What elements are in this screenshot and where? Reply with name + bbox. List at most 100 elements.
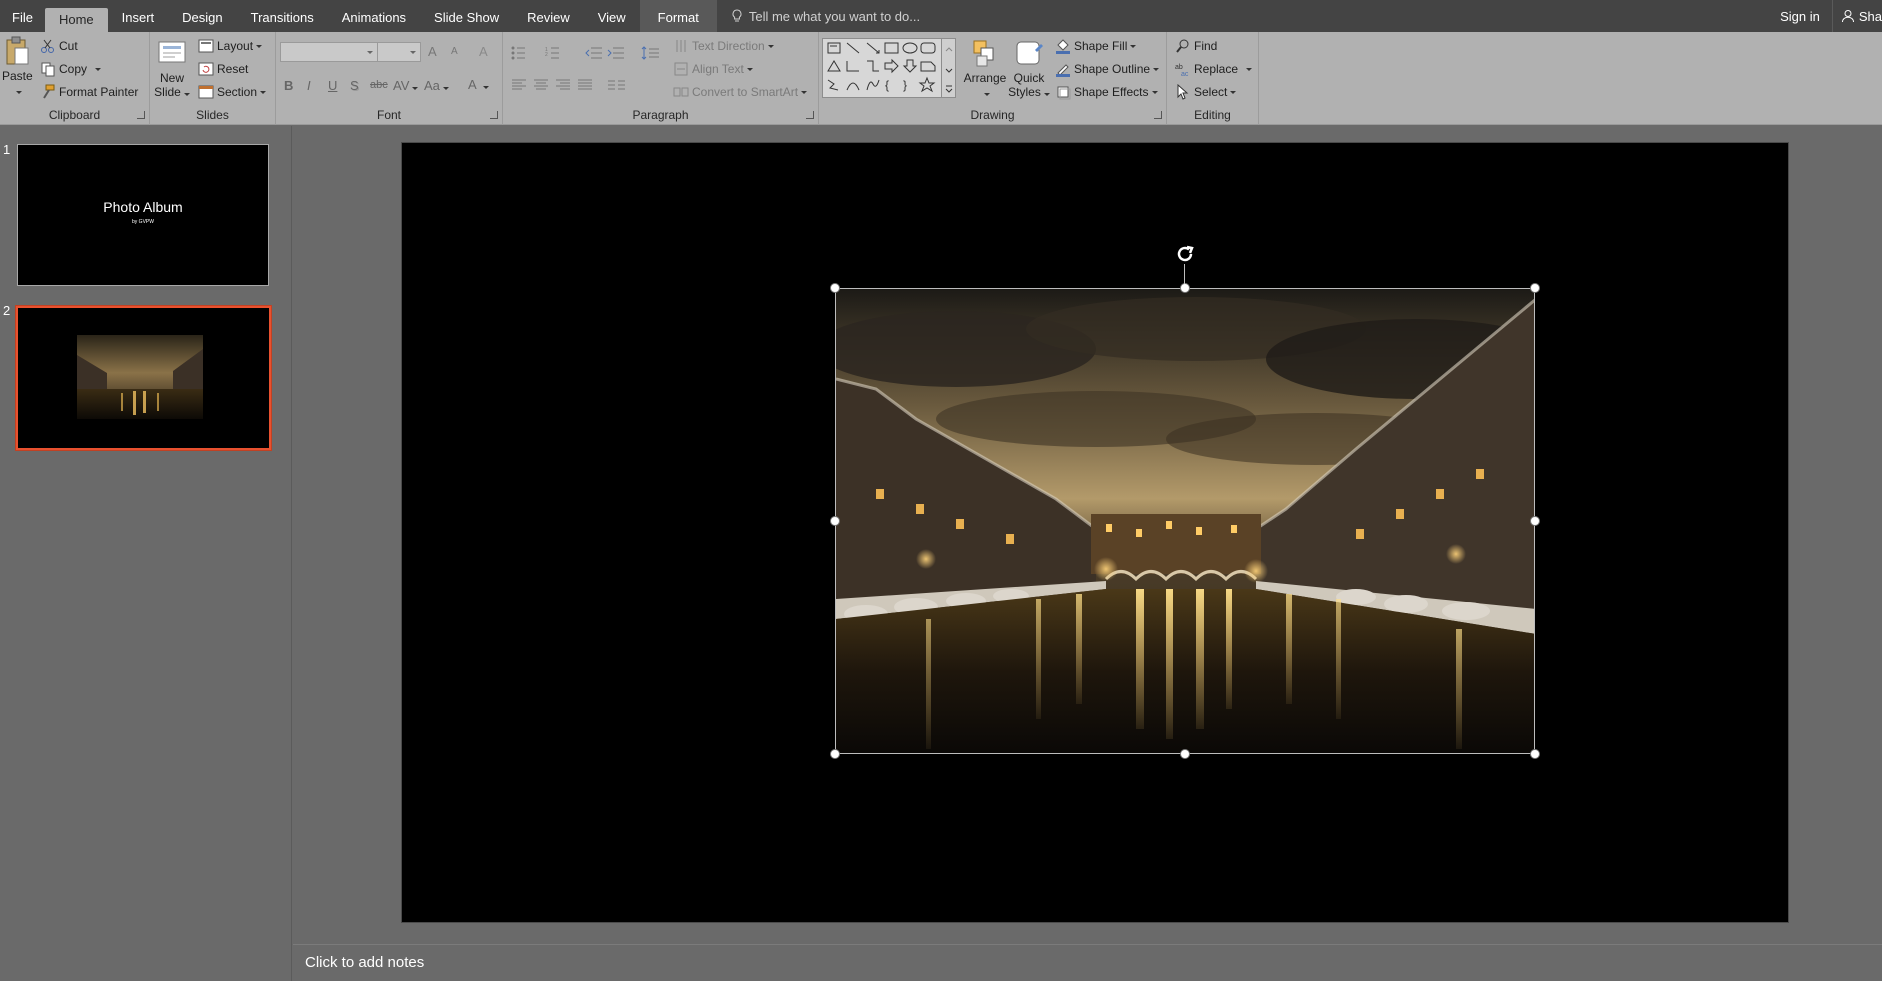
rotate-handle-icon[interactable] (1173, 242, 1197, 266)
slide-thumbnail-1[interactable]: Photo Album by GVPW (17, 144, 269, 286)
clear-formatting-button[interactable]: A (479, 44, 488, 59)
paste-button[interactable]: Paste (2, 36, 33, 97)
selected-picture[interactable] (835, 288, 1535, 754)
replace-button[interactable]: ab ac Replace (1175, 61, 1253, 77)
resize-handle-top-right[interactable] (1530, 283, 1540, 293)
align-text-icon (674, 62, 688, 76)
increase-indent-icon[interactable] (607, 46, 625, 60)
drawing-dialog-launcher[interactable] (1154, 111, 1162, 119)
cursor-arrow-icon (1177, 84, 1189, 100)
tab-view[interactable]: View (584, 0, 640, 32)
paragraph-dialog-launcher[interactable] (806, 111, 814, 119)
align-text-button[interactable]: Align Text (673, 61, 753, 77)
shape-effects-button[interactable]: Shape Effects (1055, 84, 1158, 100)
copy-button[interactable]: Copy (40, 61, 102, 77)
tab-insert[interactable]: Insert (108, 0, 169, 32)
align-center-icon[interactable] (533, 79, 549, 91)
tab-design[interactable]: Design (168, 0, 236, 32)
clipboard-dialog-launcher[interactable] (137, 111, 145, 119)
font-dialog-launcher[interactable] (490, 111, 498, 119)
align-right-icon[interactable] (555, 79, 571, 91)
shapes-gallery-scroll[interactable] (941, 39, 955, 97)
resize-handle-bottom-left[interactable] (830, 749, 840, 759)
tab-review[interactable]: Review (513, 0, 584, 32)
layout-label: Layout (217, 39, 254, 53)
slide-editing-canvas[interactable] (293, 126, 1882, 944)
tab-animations[interactable]: Animations (328, 0, 420, 32)
shape-effects-label: Shape Effects (1074, 85, 1149, 99)
find-button[interactable]: Find (1175, 38, 1217, 54)
tab-slide-show[interactable]: Slide Show (420, 0, 513, 32)
numbering-icon[interactable]: 12 (545, 46, 565, 60)
character-spacing-label: AV (393, 78, 410, 93)
resize-handle-bottom-center[interactable] (1180, 749, 1190, 759)
align-left-icon[interactable] (511, 79, 527, 91)
change-case-label: Aa (424, 78, 440, 93)
paragraph-group: 12 Text Direction Align Text Convert to … (503, 32, 819, 125)
paint-bucket-icon (1056, 39, 1070, 54)
convert-smartart-button[interactable]: Convert to SmartArt (673, 84, 808, 100)
section-icon (198, 85, 214, 99)
font-name-box[interactable] (280, 42, 378, 62)
decrease-indent-icon[interactable] (585, 46, 603, 60)
resize-handle-middle-left[interactable] (830, 516, 840, 526)
paste-label: Paste (2, 69, 33, 83)
justify-icon[interactable] (577, 79, 593, 91)
new-slide-button[interactable]: New Slide (154, 38, 190, 99)
paintbrush-icon (43, 84, 55, 99)
resize-handle-bottom-right[interactable] (1530, 749, 1540, 759)
clipboard-group: Paste Cut Copy Format Painter Clipboard (0, 32, 150, 125)
arrange-button[interactable]: Arrange (963, 38, 1007, 99)
font-size-box[interactable] (377, 42, 421, 62)
character-spacing-button[interactable]: AV (393, 78, 419, 93)
bullets-icon[interactable] (511, 46, 531, 60)
font-color-button[interactable]: A (468, 77, 489, 92)
underline-button[interactable]: U (328, 78, 337, 93)
quick-styles-button[interactable]: Quick Styles (1008, 38, 1050, 99)
change-case-button[interactable]: Aa (424, 78, 449, 93)
shrink-font-button[interactable]: A (451, 46, 458, 57)
grow-font-button[interactable]: A (428, 44, 437, 59)
columns-icon[interactable] (607, 79, 633, 91)
tell-me-search[interactable]: Tell me what you want to do... (717, 0, 920, 32)
shape-outline-button[interactable]: Shape Outline (1055, 61, 1160, 77)
copy-icon (41, 62, 55, 77)
tab-transitions[interactable]: Transitions (237, 0, 328, 32)
resize-handle-top-left[interactable] (830, 283, 840, 293)
lightbulb-icon (732, 9, 742, 22)
sign-in-link[interactable]: Sign in (1768, 9, 1832, 24)
strikethrough-button[interactable]: abc (370, 79, 388, 91)
layout-button[interactable]: Layout (198, 38, 263, 54)
shape-fill-button[interactable]: Shape Fill (1055, 38, 1137, 54)
text-direction-button[interactable]: Text Direction (673, 38, 774, 54)
rotate-handle-stem (1184, 264, 1185, 284)
slide-thumbnail-2[interactable] (16, 306, 271, 450)
current-slide[interactable] (401, 142, 1789, 923)
reset-button[interactable]: Reset (198, 61, 248, 77)
cut-button[interactable]: Cut (40, 38, 78, 54)
quick-styles-label-1: Quick (1013, 71, 1045, 85)
resize-handle-top-center[interactable] (1180, 283, 1190, 293)
drawing-group: { } Arrange Quick Styles Shape Fill Shap… (819, 32, 1167, 125)
text-shadow-button[interactable]: S (350, 78, 359, 93)
bold-button[interactable]: B (284, 78, 293, 93)
notes-pane[interactable]: Click to add notes (293, 944, 1882, 981)
line-spacing-icon[interactable] (641, 45, 665, 61)
share-button[interactable]: Sha (1831, 0, 1882, 32)
svg-text:}: } (903, 78, 907, 92)
section-button[interactable]: Section (198, 84, 267, 100)
shapes-gallery[interactable]: { } (822, 38, 956, 98)
tab-format[interactable]: Format (639, 0, 717, 32)
format-painter-label: Format Painter (59, 85, 139, 99)
clipboard-group-label: Clipboard (48, 108, 101, 122)
select-button[interactable]: Select (1175, 84, 1237, 100)
shape-outline-label: Shape Outline (1074, 62, 1151, 76)
arrange-label: Arrange (963, 71, 1007, 85)
tab-home[interactable]: Home (44, 8, 108, 32)
resize-handle-middle-right[interactable] (1530, 516, 1540, 526)
slide-thumbnail-pane[interactable]: 1 Photo Album by GVPW 2 (0, 126, 292, 981)
section-label: Section (217, 85, 258, 99)
tab-file[interactable]: File (0, 0, 45, 32)
italic-button[interactable]: I (307, 78, 311, 93)
format-painter-button[interactable]: Format Painter (40, 84, 138, 100)
